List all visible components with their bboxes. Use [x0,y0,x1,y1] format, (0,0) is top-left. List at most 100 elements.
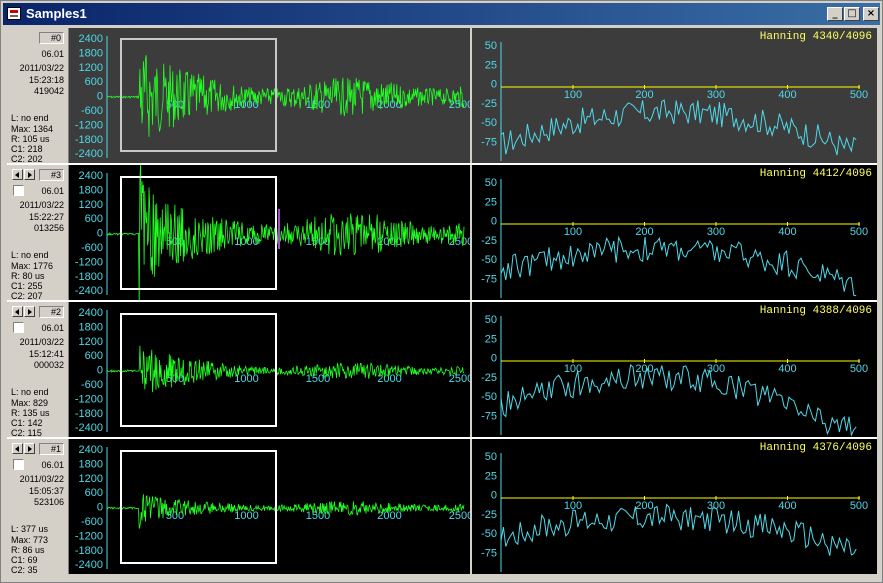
wave-y-tick: -1800 [75,271,103,283]
prev-arrow-icon[interactable] [12,169,23,180]
spec-x-tick: 400 [778,500,796,512]
waveform-plot[interactable]: 2400 1800 1200 600 0 -600 -1200 -1800 -2400 500 10… [69,165,470,300]
wave-y-tick: -1800 [75,134,103,146]
spec-y-tick: 50 [485,314,497,326]
channel-row: #3 06.01 2011/03/22 15:22:27 013256 L: n… [7,165,877,301]
channel-id[interactable]: #3 [39,169,64,181]
spec-y-tick: -50 [481,391,497,403]
spectrum-trace [500,235,857,297]
channel-info-panel: #2 06.01 2011/03/22 15:12:41 000032 L: n… [7,302,69,438]
wave-y-tick: 2400 [79,307,103,319]
spec-y-tick: -75 [481,274,497,286]
spec-y-tick: -25 [481,372,497,384]
prev-arrow-icon[interactable] [12,443,23,454]
wave-x-tick: 2500 [449,510,470,522]
channel-c1: C1: 218 [11,144,43,154]
channel-c1: C1: 142 [11,418,43,428]
channel-max: Max: 829 [11,398,49,408]
spec-y-tick: 50 [485,451,497,463]
channel-info-panel: #0 06.01 2011/03/22 15:23:18 419042 L: n… [7,28,69,164]
wave-y-tick: -1800 [75,545,103,557]
spec-y-tick: 0 [491,490,497,502]
channel-count: 523106 [33,497,64,507]
wave-y-tick: -600 [81,242,103,254]
spec-y-tick: -25 [481,98,497,110]
wave-y-tick: -1200 [75,119,103,131]
spec-y-tick: 0 [491,79,497,91]
spec-y-tick: -25 [481,235,497,247]
spectrum-plot[interactable]: 50 25 0 -25 -50 -75 100 200 300 400 500 Hanning 438… [472,302,877,437]
waveform-plot[interactable]: 2400 1800 1200 600 0 -600 -1200 -1800 -2400 500 10… [69,28,470,163]
channel-r: R: 105 us [11,134,50,144]
channel-freq: 06.01 [41,186,64,196]
channel-freq: 06.01 [41,323,64,333]
wave-y-tick: 600 [85,350,103,362]
channel-id[interactable]: #0 [39,32,64,44]
spec-x-tick: 500 [850,226,868,238]
channel-time: 15:23:18 [28,75,64,85]
channel-l: L: 377 us [11,524,49,534]
waveform-trace [106,55,465,138]
spec-x-tick: 400 [778,89,796,101]
maximize-button[interactable]: □ [844,7,860,21]
channel-checkbox[interactable] [13,459,24,470]
wave-y-tick: 2400 [79,444,103,456]
wave-y-tick: 1800 [79,184,103,196]
channel-count: 000032 [33,360,64,370]
channel-checkbox[interactable] [13,185,24,196]
next-arrow-icon[interactable] [24,169,35,180]
waveform-trace [106,345,465,393]
channel-l: L: no end [11,387,49,397]
spectrum-plot[interactable]: 50 25 0 -25 -50 -75 100 200 300 400 500 Hanning 434… [472,28,877,163]
wave-y-tick: -2400 [75,148,103,160]
spec-x-tick: 300 [707,226,725,238]
spec-y-tick: 25 [485,59,497,71]
next-arrow-icon[interactable] [24,443,35,454]
channel-id[interactable]: #2 [39,306,64,318]
app-icon [7,7,21,20]
channel-date: 2011/03/22 [19,474,64,484]
spectrum-window-label: Hanning 4388/4096 [760,305,872,317]
spec-x-tick: 400 [778,226,796,238]
spectrum-plot[interactable]: 50 25 0 -25 -50 -75 100 200 300 400 500 Hanning 441… [472,165,877,300]
spec-x-tick: 100 [564,363,582,375]
next-arrow-icon[interactable] [24,306,35,317]
channel-r: R: 86 us [11,545,45,555]
spec-y-tick: -75 [481,411,497,423]
wave-y-tick: -600 [81,379,103,391]
channel-row: #0 06.01 2011/03/22 15:23:18 419042 L: n… [7,28,877,164]
wave-y-tick: -2400 [75,285,103,297]
channel-id[interactable]: #1 [39,443,64,455]
spec-x-tick: 500 [850,363,868,375]
channel-date: 2011/03/22 [19,63,64,73]
wave-y-tick: 1200 [79,336,103,348]
prev-arrow-icon[interactable] [12,306,23,317]
spectrum-plot[interactable]: 50 25 0 -25 -50 -75 100 200 300 400 500 Hanning 437… [472,439,877,574]
wave-x-tick: 1500 [306,510,330,522]
spec-x-tick: 500 [850,89,868,101]
waveform-plot[interactable]: 2400 1800 1200 600 0 -600 -1200 -1800 -2400 500 10… [69,302,470,437]
wave-y-tick: -1800 [75,408,103,420]
spectrum-trace [500,503,857,556]
samples-window: Samples1 _ □ × #0 06.01 2011/03/22 15:23… [0,0,883,583]
channel-max: Max: 1776 [11,261,54,271]
wave-y-tick: 600 [85,213,103,225]
wave-y-tick: 2400 [79,170,103,182]
wave-x-tick: 2500 [449,373,470,385]
close-button[interactable]: × [863,7,879,21]
wave-y-tick: 600 [85,76,103,88]
channel-checkbox[interactable] [13,322,24,333]
wave-y-tick: 600 [85,487,103,499]
waveform-plot[interactable]: 2400 1800 1200 600 0 -600 -1200 -1800 -2400 500 10… [69,439,470,574]
title-bar[interactable]: Samples1 _ □ × [3,3,880,25]
spectrum-trace [500,99,857,156]
minimize-button[interactable]: _ [827,7,843,21]
spectrum-window-label: Hanning 4340/4096 [760,31,872,43]
spec-y-tick: 25 [485,333,497,345]
channel-time: 15:05:37 [28,486,64,496]
wave-y-tick: -1200 [75,393,103,405]
channel-count: 419042 [33,86,64,96]
channel-max: Max: 773 [11,535,49,545]
spec-x-tick: 100 [564,89,582,101]
spec-x-tick: 300 [707,363,725,375]
